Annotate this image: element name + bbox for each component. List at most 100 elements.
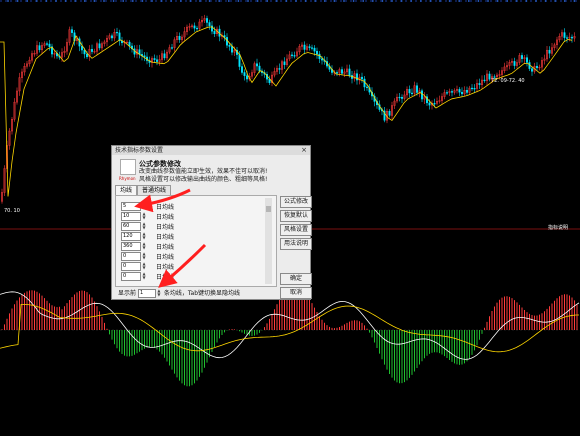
- spinner-icon[interactable]: ▲ ▼: [141, 232, 147, 241]
- indicator-settings-dialog[interactable]: 技术指标参数设置 × Rhymon 公式参数修改 改变曲线参数值能立即生效，效果…: [111, 145, 312, 300]
- candle-body: [311, 47, 314, 49]
- top-marker-dot: [515, 0, 518, 2]
- restore-default-button[interactable]: 恢复默认: [280, 210, 312, 222]
- display-count-input[interactable]: 1: [137, 289, 156, 298]
- top-marker-dot: [26, 0, 29, 2]
- param-label: 日均线: [156, 204, 175, 211]
- candle-body: [446, 92, 449, 94]
- spinner-icon[interactable]: ▲ ▼: [141, 272, 147, 281]
- top-marker-dot: [103, 0, 105, 2]
- param-input[interactable]: 120: [121, 232, 141, 241]
- candle-body: [483, 79, 486, 82]
- top-marker-dot: [400, 0, 403, 2]
- candle-body: [433, 103, 436, 105]
- candle-body: [361, 76, 364, 80]
- candle-body: [536, 65, 539, 69]
- candle-body: [428, 102, 431, 106]
- candle-body: [38, 45, 41, 51]
- candle-body: [316, 50, 319, 55]
- top-marker-dot: [496, 0, 499, 2]
- top-marker-dot: [93, 0, 96, 2]
- candle-body: [321, 58, 324, 61]
- candle-body: [401, 97, 404, 99]
- candle-body: [90, 49, 93, 52]
- candle-body: [213, 30, 216, 35]
- top-marker-dot: [74, 0, 77, 2]
- candle-body: [170, 47, 173, 49]
- top-marker-dot: [487, 0, 489, 2]
- top-marker-dot: [314, 0, 317, 2]
- top-marker-dot: [477, 0, 480, 2]
- param-input[interactable]: 5: [121, 202, 141, 211]
- top-marker-dot: [439, 0, 441, 2]
- param-label: 日均线: [156, 234, 175, 241]
- candle-body: [341, 69, 344, 74]
- candle-body: [283, 61, 286, 65]
- candle-body: [243, 72, 246, 76]
- candle-body: [526, 57, 529, 63]
- candle-body: [473, 88, 476, 90]
- candle-body: [398, 96, 401, 99]
- top-marker-dot: [141, 0, 144, 2]
- candle-body: [318, 53, 321, 59]
- candle-body: [110, 35, 113, 39]
- candle-body: [366, 86, 369, 88]
- candle-body: [303, 44, 306, 50]
- candle-body: [348, 68, 351, 76]
- top-marker-dot: [419, 0, 422, 2]
- top-marker-dot: [362, 0, 365, 2]
- param-input[interactable]: 10: [121, 212, 141, 221]
- candle-body: [46, 43, 49, 45]
- param-label: 日均线: [156, 214, 175, 221]
- candle-body: [245, 75, 248, 80]
- spinner-icon[interactable]: ▲ ▼: [156, 289, 162, 298]
- spinner-icon[interactable]: ▲ ▼: [141, 202, 147, 211]
- indicator-help-label[interactable]: 指标说明: [548, 224, 568, 231]
- top-marker-dot: [35, 0, 38, 2]
- spinner-icon[interactable]: ▲ ▼: [141, 242, 147, 251]
- candle-body: [566, 37, 569, 39]
- candle-body: [571, 36, 574, 39]
- dialog-title: 技术指标参数设置: [115, 147, 164, 154]
- spinner-icon[interactable]: ▲ ▼: [141, 212, 147, 221]
- candle-body: [195, 27, 198, 30]
- top-marker-dot: [45, 0, 48, 2]
- param-input[interactable]: 360: [121, 242, 141, 251]
- top-marker-dot: [55, 0, 57, 2]
- top-marker-dot: [275, 0, 278, 2]
- candle-body: [336, 72, 339, 74]
- style-settings-button[interactable]: 风格设置: [280, 224, 312, 236]
- candle-body: [256, 63, 259, 67]
- display-suffix: 条均线，Tab键切换显隐均线: [163, 290, 241, 297]
- candle-body: [178, 36, 181, 40]
- top-marker-dot: [304, 0, 307, 2]
- tab-ma[interactable]: 均线: [115, 185, 138, 195]
- param-input[interactable]: 0: [121, 272, 141, 281]
- formula-edit-button[interactable]: 公式修改: [280, 196, 312, 208]
- param-row: 120 ▲ ▼ 日均线: [121, 232, 174, 241]
- spinner-icon[interactable]: ▲ ▼: [141, 222, 147, 231]
- param-input[interactable]: 0: [121, 262, 141, 271]
- top-marker-dot: [295, 0, 297, 2]
- close-icon[interactable]: ×: [301, 146, 307, 155]
- param-input[interactable]: 60: [121, 222, 141, 231]
- param-input[interactable]: 0: [121, 252, 141, 261]
- param-scrollbar[interactable]: [265, 198, 272, 284]
- top-marker-dot: [189, 0, 192, 2]
- param-row: 360 ▲ ▼ 日均线: [121, 242, 174, 251]
- header-desc-line-2: 风格设置可以修改输出曲线的颜色、粗细等风格!: [139, 176, 268, 183]
- param-row: 60 ▲ ▼ 日均线: [121, 222, 174, 231]
- dialog-titlebar[interactable]: 技术指标参数设置 ×: [112, 146, 310, 155]
- spinner-icon[interactable]: ▲ ▼: [141, 252, 147, 261]
- spinner-icon[interactable]: ▲ ▼: [141, 262, 147, 271]
- candle-body: [461, 91, 464, 95]
- param-row: 0 ▲ ▼ 日均线: [121, 252, 174, 261]
- candle-body: [421, 90, 424, 100]
- top-marker-dot: [333, 0, 336, 2]
- cancel-button[interactable]: 取消: [280, 287, 312, 299]
- tab-normal-ma[interactable]: 普通均线: [137, 185, 172, 195]
- candle-body: [531, 68, 534, 72]
- scrollbar-thumb[interactable]: [266, 206, 271, 212]
- ok-button[interactable]: 确定: [280, 273, 312, 285]
- usage-help-button[interactable]: 用法说明: [280, 238, 312, 250]
